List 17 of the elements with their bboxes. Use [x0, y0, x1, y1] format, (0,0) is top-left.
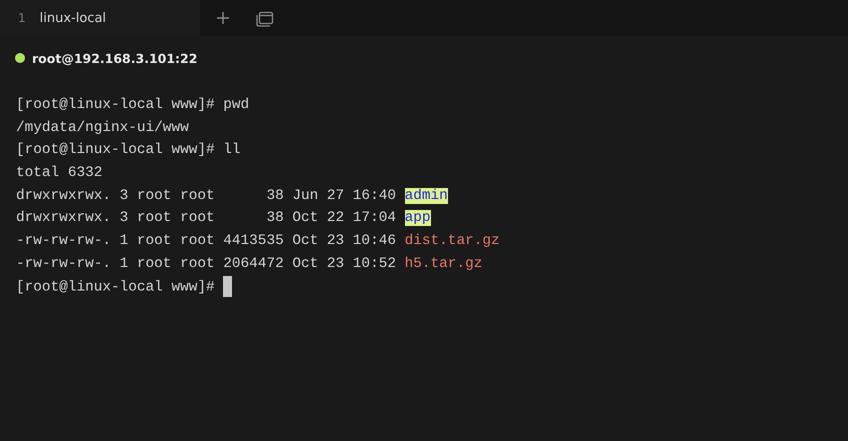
windows-icon[interactable] [256, 10, 274, 26]
file-name: app [404, 210, 431, 226]
terminal-line: [root@linux-local www]# pwd [16, 97, 250, 113]
terminal-line: [root@linux-local www]# ll [16, 142, 241, 158]
prompt: [root@linux-local www]# [16, 278, 215, 295]
file-entry: drwxrwxrwx. 3 root root 38 Jun 27 16:40 [16, 188, 396, 204]
terminal-tab[interactable]: 1 linux-local [0, 0, 200, 36]
file-entry: -rw-rw-rw-. 1 root root 4413535 Oct 23 10:46 [16, 233, 396, 250]
file-name: dist.tar.gz [404, 233, 500, 250]
terminal-line: /mydata/nginx-ui/www [16, 120, 189, 136]
host-label: root@192.168.3.101:22 [32, 50, 198, 66]
file-name: admin [404, 188, 448, 204]
file-name: h5.tar.gz [404, 256, 482, 272]
terminal-line: total 6332 [16, 165, 102, 182]
add-icon[interactable] [216, 11, 230, 25]
file-entry: -rw-rw-rw-. 1 root root 2064472 Oct 23 10:52 [16, 256, 396, 272]
file-entry: drwxrwxrwx. 3 root root 38 Oct 22 17:04 [16, 210, 396, 226]
